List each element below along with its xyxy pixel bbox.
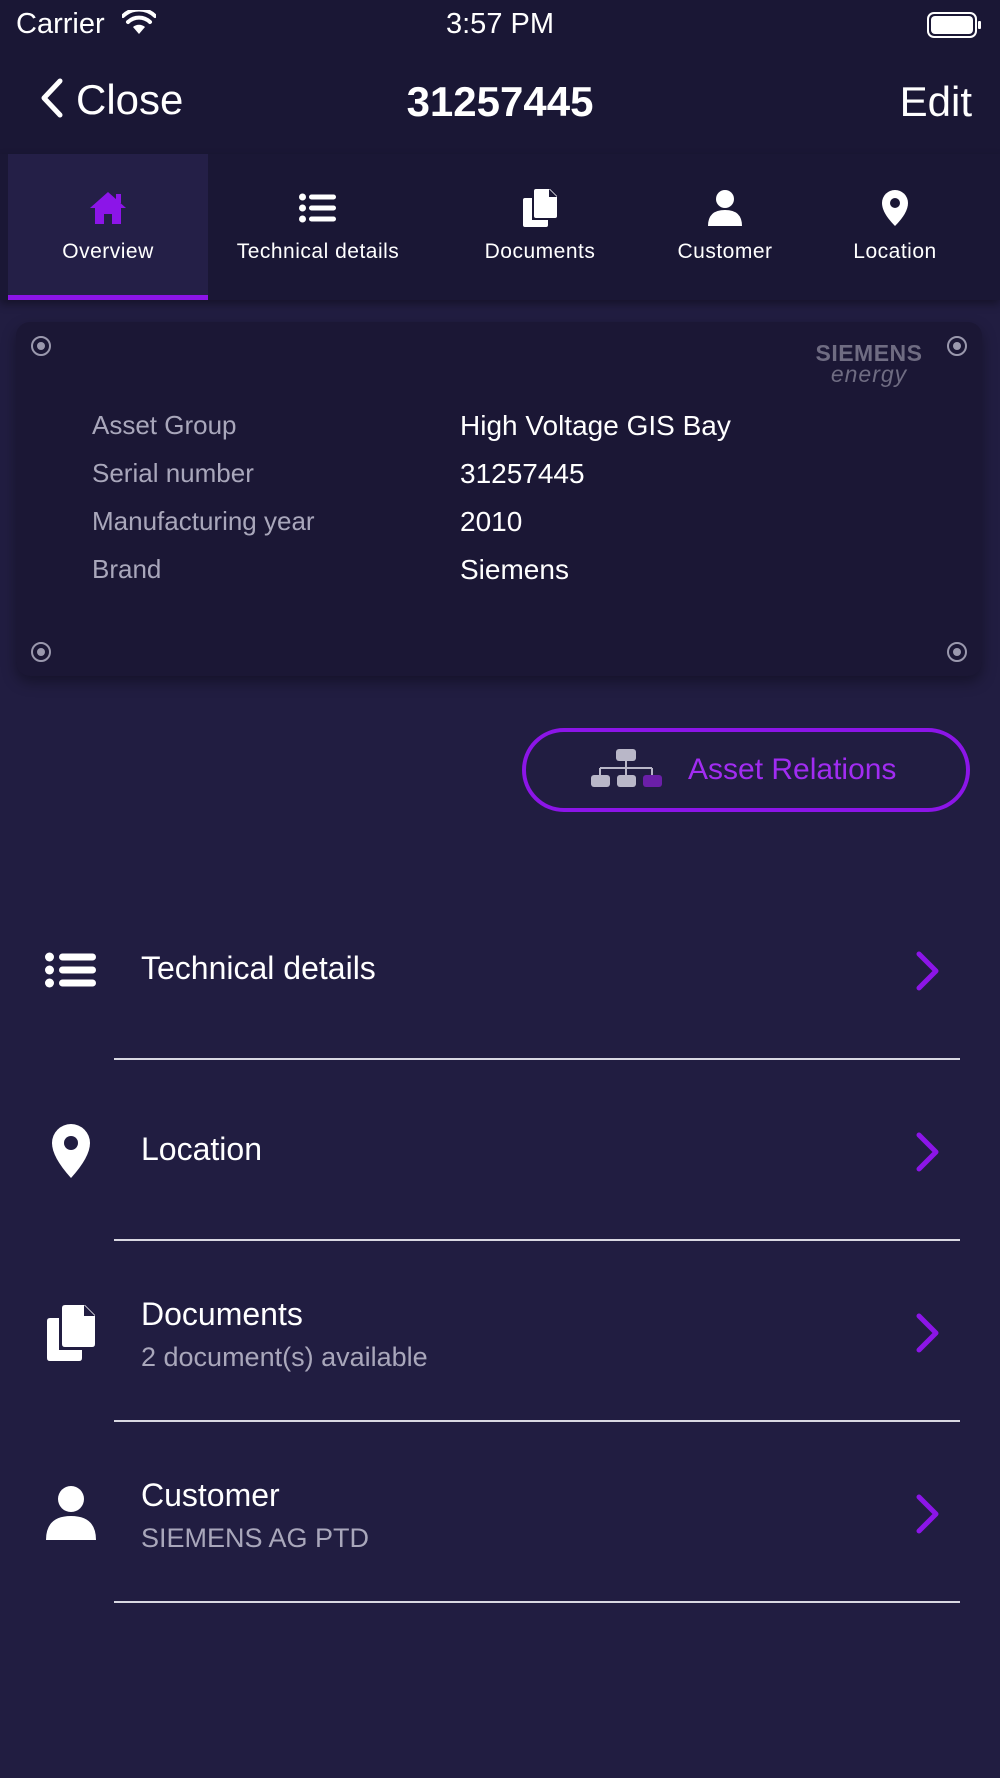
tab-location[interactable]: Location xyxy=(830,154,960,300)
screw-icon xyxy=(31,336,51,356)
tab-label: Technical details xyxy=(236,240,400,263)
list-item-title: Customer xyxy=(141,1477,280,1513)
divider xyxy=(114,1601,960,1603)
list-item-title: Location xyxy=(141,1131,262,1167)
info-label: Manufacturing year xyxy=(92,506,315,536)
list-item-subtitle: SIEMENS AG PTD xyxy=(141,1523,370,1553)
info-row-asset-group: Asset Group High Voltage GIS Bay xyxy=(92,410,972,450)
tab-label: Location xyxy=(853,240,937,263)
divider xyxy=(114,1239,960,1241)
person-icon xyxy=(707,188,743,228)
screw-icon xyxy=(31,642,51,662)
edit-button[interactable]: Edit xyxy=(900,78,972,126)
person-icon xyxy=(40,1485,102,1541)
home-icon xyxy=(88,188,128,228)
chevron-right-icon xyxy=(914,950,942,997)
screw-icon xyxy=(947,642,967,662)
info-label: Serial number xyxy=(92,458,254,488)
info-value: 31257445 xyxy=(460,458,585,489)
list-item-documents[interactable]: Documents 2 document(s) available xyxy=(0,1242,1000,1422)
close-button[interactable]: Close xyxy=(40,76,183,124)
info-value: Siemens xyxy=(460,554,569,585)
info-label: Asset Group xyxy=(92,410,237,440)
chevron-left-icon xyxy=(40,78,64,123)
info-row-brand: Brand Siemens xyxy=(92,554,972,594)
divider xyxy=(114,1058,960,1060)
tab-label: Documents xyxy=(484,240,596,263)
tab-customer[interactable]: Customer xyxy=(650,154,800,300)
list-item-subtitle: 2 document(s) available xyxy=(141,1342,428,1372)
info-value: 2010 xyxy=(460,506,523,537)
navigation-bar: Close 31257445 Edit xyxy=(0,50,1000,154)
list-item-title: Technical details xyxy=(141,950,376,986)
tab-label: Customer xyxy=(677,240,773,263)
info-value: High Voltage GIS Bay xyxy=(460,410,731,441)
hierarchy-icon xyxy=(590,748,662,793)
location-pin-icon xyxy=(40,1123,102,1179)
status-time: 3:57 PM xyxy=(446,8,554,40)
list-item-customer[interactable]: Customer SIEMENS AG PTD xyxy=(0,1423,1000,1603)
list-icon xyxy=(40,952,102,988)
chevron-right-icon xyxy=(914,1312,942,1359)
screw-icon xyxy=(947,336,967,356)
location-pin-icon xyxy=(881,188,909,228)
battery-icon xyxy=(927,12,982,38)
tab-label: Overview xyxy=(62,240,154,263)
documents-icon xyxy=(40,1304,102,1362)
list-item-location[interactable]: Location xyxy=(0,1061,1000,1241)
info-row-serial-number: Serial number 31257445 xyxy=(92,458,972,498)
status-bar: Carrier 3:57 PM xyxy=(0,0,1000,50)
list-icon xyxy=(299,188,337,228)
info-row-manufacturing-year: Manufacturing year 2010 xyxy=(92,506,972,546)
list-item-technical-details[interactable]: Technical details xyxy=(0,880,1000,1060)
tab-documents[interactable]: Documents xyxy=(450,154,630,300)
chevron-right-icon xyxy=(914,1131,942,1178)
divider xyxy=(114,1420,960,1422)
asset-info-card: SIEMENS energy Asset Group High Voltage … xyxy=(16,322,982,676)
close-label: Close xyxy=(76,76,184,123)
asset-relations-button[interactable]: Asset Relations xyxy=(522,728,970,812)
tab-bar: Overview Technical details Documents Cus… xyxy=(0,154,1000,300)
info-label: Brand xyxy=(92,554,162,584)
tab-overview[interactable]: Overview xyxy=(8,154,208,300)
chevron-right-icon xyxy=(914,1493,942,1540)
list-item-title: Documents xyxy=(141,1296,303,1332)
documents-icon xyxy=(522,188,558,228)
siemens-energy-logo: SIEMENS energy xyxy=(815,340,923,387)
asset-relations-label: Asset Relations xyxy=(688,753,897,786)
tab-technical-details[interactable]: Technical details xyxy=(216,154,420,300)
